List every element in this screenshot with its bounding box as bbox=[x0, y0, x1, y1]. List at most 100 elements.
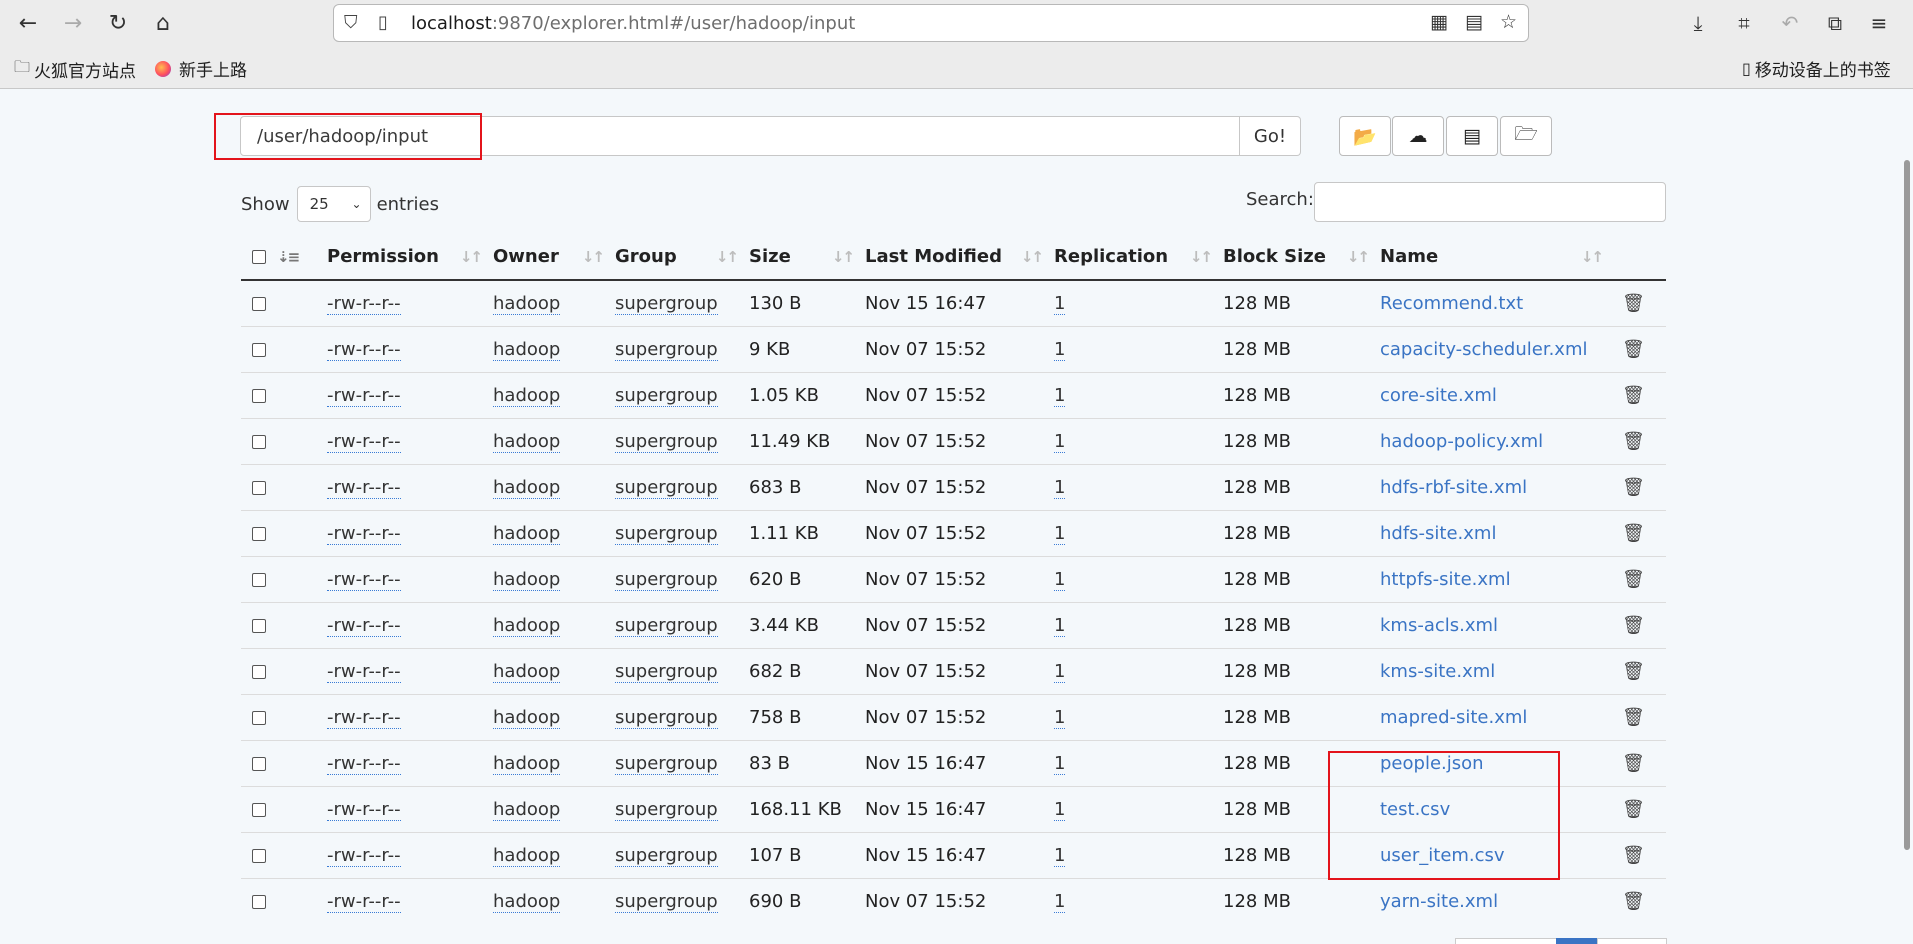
trash-icon[interactable]: 🗑 bbox=[1622, 753, 1645, 774]
group-link[interactable]: supergroup bbox=[615, 522, 718, 545]
upload-button[interactable]: ☁ bbox=[1392, 116, 1444, 156]
file-name-link[interactable]: hadoop-policy.xml bbox=[1380, 431, 1543, 452]
url-text[interactable]: localhost:9870/explorer.html#/user/hadoo… bbox=[411, 13, 855, 34]
row-checkbox[interactable] bbox=[252, 802, 266, 817]
row-checkbox[interactable] bbox=[252, 710, 266, 725]
permission-link[interactable]: -rw-r--r-- bbox=[327, 522, 401, 545]
row-checkbox[interactable] bbox=[252, 526, 266, 541]
permission-link[interactable]: -rw-r--r-- bbox=[327, 568, 401, 591]
select-all-checkbox[interactable] bbox=[252, 250, 266, 264]
group-link[interactable]: supergroup bbox=[615, 430, 718, 453]
permission-link[interactable]: -rw-r--r-- bbox=[327, 798, 401, 821]
trash-icon[interactable]: 🗑 bbox=[1622, 431, 1645, 452]
permission-link[interactable]: -rw-r--r-- bbox=[327, 660, 401, 683]
permission-link[interactable]: -rw-r--r-- bbox=[327, 292, 401, 315]
shield-icon[interactable]: ⛉ bbox=[344, 12, 358, 33]
row-checkbox[interactable] bbox=[252, 434, 266, 449]
extensions-icon[interactable]: ⧉ bbox=[1818, 6, 1852, 40]
group-link[interactable]: supergroup bbox=[615, 844, 718, 867]
owner-link[interactable]: hadoop bbox=[493, 752, 561, 775]
file-name-link[interactable]: yarn-site.xml bbox=[1380, 891, 1498, 912]
group-link[interactable]: supergroup bbox=[615, 890, 718, 913]
pagination-next[interactable] bbox=[1597, 938, 1667, 944]
owner-link[interactable]: hadoop bbox=[493, 384, 561, 407]
replication-link[interactable]: 1 bbox=[1054, 660, 1066, 683]
scrollbar[interactable] bbox=[1904, 160, 1910, 850]
owner-link[interactable]: hadoop bbox=[493, 430, 561, 453]
trash-icon[interactable]: 🗑 bbox=[1622, 845, 1645, 866]
screenshot-crop-icon[interactable]: ⌗ bbox=[1727, 6, 1761, 40]
replication-link[interactable]: 1 bbox=[1054, 798, 1066, 821]
group-link[interactable]: supergroup bbox=[615, 798, 718, 821]
replication-link[interactable]: 1 bbox=[1054, 752, 1066, 775]
row-checkbox[interactable] bbox=[252, 756, 266, 771]
reader-view-icon[interactable]: ▤ bbox=[1465, 11, 1483, 33]
bookmark-star-icon[interactable]: ☆ bbox=[1500, 11, 1517, 33]
row-checkbox[interactable] bbox=[252, 894, 266, 909]
owner-link[interactable]: hadoop bbox=[493, 844, 561, 867]
replication-link[interactable]: 1 bbox=[1054, 430, 1066, 453]
header-owner[interactable]: Owner ↓↑ bbox=[493, 234, 615, 280]
row-checkbox[interactable] bbox=[252, 664, 266, 679]
file-name-link[interactable]: hdfs-rbf-site.xml bbox=[1380, 477, 1527, 498]
undo-icon[interactable]: ↶ bbox=[1773, 6, 1807, 40]
permission-link[interactable]: -rw-r--r-- bbox=[327, 384, 401, 407]
file-name-link[interactable]: mapred-site.xml bbox=[1380, 707, 1527, 728]
trash-icon[interactable]: 🗑 bbox=[1622, 891, 1645, 912]
header-name[interactable]: Name ↓↑ bbox=[1380, 234, 1614, 280]
owner-link[interactable]: hadoop bbox=[493, 706, 561, 729]
trash-icon[interactable]: 🗑 bbox=[1622, 661, 1645, 682]
replication-link[interactable]: 1 bbox=[1054, 522, 1066, 545]
row-checkbox[interactable] bbox=[252, 618, 266, 633]
owner-link[interactable]: hadoop bbox=[493, 660, 561, 683]
permission-link[interactable]: -rw-r--r-- bbox=[327, 706, 401, 729]
reload-icon[interactable]: ↻ bbox=[101, 6, 135, 40]
header-replication[interactable]: Replication ↓↑ bbox=[1054, 234, 1223, 280]
qr-code-icon[interactable]: ▦ bbox=[1430, 11, 1448, 33]
trash-icon[interactable]: 🗑 bbox=[1622, 293, 1645, 314]
owner-link[interactable]: hadoop bbox=[493, 522, 561, 545]
bookmark-getting-started[interactable]: 新手上路 bbox=[155, 56, 247, 81]
file-name-link[interactable]: hdfs-site.xml bbox=[1380, 523, 1496, 544]
trash-icon[interactable]: 🗑 bbox=[1622, 707, 1645, 728]
file-name-link[interactable]: httpfs-site.xml bbox=[1380, 569, 1511, 590]
group-link[interactable]: supergroup bbox=[615, 706, 718, 729]
replication-link[interactable]: 1 bbox=[1054, 706, 1066, 729]
row-checkbox[interactable] bbox=[252, 342, 266, 357]
replication-link[interactable]: 1 bbox=[1054, 890, 1066, 913]
permission-link[interactable]: -rw-r--r-- bbox=[327, 430, 401, 453]
group-link[interactable]: supergroup bbox=[615, 660, 718, 683]
header-block-size[interactable]: Block Size ↓↑ bbox=[1223, 234, 1380, 280]
owner-link[interactable]: hadoop bbox=[493, 476, 561, 499]
menu-icon[interactable]: ≡ bbox=[1862, 6, 1896, 40]
replication-link[interactable]: 1 bbox=[1054, 476, 1066, 499]
page-info-icon[interactable]: ▯ bbox=[378, 12, 388, 33]
file-name-link[interactable]: capacity-scheduler.xml bbox=[1380, 339, 1588, 360]
header-permission[interactable]: Permission ↓↑ bbox=[327, 234, 493, 280]
permission-link[interactable]: -rw-r--r-- bbox=[327, 844, 401, 867]
trash-icon[interactable]: 🗑 bbox=[1622, 385, 1645, 406]
file-name-link[interactable]: Recommend.txt bbox=[1380, 293, 1523, 314]
permission-link[interactable]: -rw-r--r-- bbox=[327, 890, 401, 913]
bookmark-firefox-site[interactable]: 🗀 火狐官方站点 bbox=[14, 56, 136, 83]
back-arrow-icon[interactable]: ← bbox=[11, 6, 45, 40]
trash-icon[interactable]: 🗑 bbox=[1622, 799, 1645, 820]
permission-link[interactable]: -rw-r--r-- bbox=[327, 614, 401, 637]
home-icon[interactable]: ⌂ bbox=[146, 6, 180, 40]
owner-link[interactable]: hadoop bbox=[493, 292, 561, 315]
group-link[interactable]: supergroup bbox=[615, 614, 718, 637]
create-directory-button[interactable]: 📂 bbox=[1339, 116, 1391, 156]
owner-link[interactable]: hadoop bbox=[493, 568, 561, 591]
cut-paste-button[interactable]: ▤ bbox=[1446, 116, 1498, 156]
trash-icon[interactable]: 🗑 bbox=[1622, 339, 1645, 360]
replication-link[interactable]: 1 bbox=[1054, 338, 1066, 361]
sort-order-header[interactable]: ⇣≡ bbox=[277, 234, 327, 280]
replication-link[interactable]: 1 bbox=[1054, 614, 1066, 637]
trash-icon[interactable]: 🗑 bbox=[1622, 569, 1645, 590]
permission-link[interactable]: -rw-r--r-- bbox=[327, 338, 401, 361]
trash-icon[interactable]: 🗑 bbox=[1622, 523, 1645, 544]
replication-link[interactable]: 1 bbox=[1054, 384, 1066, 407]
go-button[interactable]: Go! bbox=[1240, 116, 1301, 156]
row-checkbox[interactable] bbox=[252, 572, 266, 587]
file-name-link[interactable]: kms-site.xml bbox=[1380, 661, 1495, 682]
